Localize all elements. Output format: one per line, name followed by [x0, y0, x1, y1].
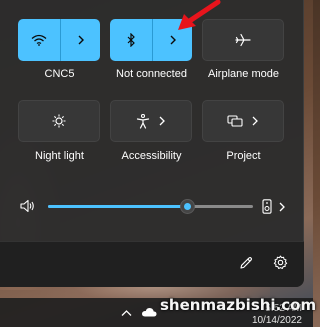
bluetooth-icon: [127, 33, 135, 47]
tile-label-airplane-mode: Airplane mode: [208, 68, 279, 80]
night-light-icon: [52, 114, 66, 128]
chevron-right-icon: [170, 35, 176, 45]
night-light-toggle[interactable]: [19, 101, 99, 141]
tile-accessibility[interactable]: [110, 100, 192, 142]
chevron-right-icon: [78, 35, 84, 45]
volume-slider[interactable]: [48, 200, 253, 213]
volume-slider-fill: [48, 205, 187, 208]
project-button[interactable]: [203, 101, 283, 141]
tile-night-light[interactable]: [18, 100, 100, 142]
gear-icon[interactable]: [273, 255, 288, 270]
quick-settings-footer: [0, 241, 304, 287]
airplane-icon: [235, 33, 251, 47]
pencil-icon[interactable]: [239, 256, 253, 270]
chevron-right-icon: [159, 116, 165, 126]
tile-label-wifi: CNC5: [44, 68, 75, 80]
tile-label-night-light: Night light: [35, 150, 84, 162]
speaker-device-icon: [262, 199, 272, 214]
audio-output-button[interactable]: [262, 199, 286, 214]
tile-label-accessibility: Accessibility: [121, 150, 182, 162]
chevron-right-icon: [252, 116, 258, 126]
accessibility-button[interactable]: [111, 101, 191, 141]
quick-settings-panel: CNC5 Not connected Airplane mode Night l…: [0, 0, 304, 287]
tile-label-bluetooth: Not connected: [116, 68, 187, 80]
volume-slider-thumb[interactable]: [181, 200, 194, 213]
tile-wifi[interactable]: [18, 19, 100, 61]
accessibility-icon: [136, 113, 150, 129]
watermark-text: shenmazbishi.com: [160, 296, 317, 314]
tile-label-project: Project: [226, 150, 261, 162]
cloud-icon[interactable]: [141, 307, 157, 317]
speaker-icon[interactable]: [20, 199, 35, 213]
taskbar-date[interactable]: 10/14/2022: [242, 315, 302, 326]
annotation-arrow: [178, 0, 221, 30]
bluetooth-toggle[interactable]: [110, 19, 152, 61]
tile-project[interactable]: [202, 100, 284, 142]
chevron-up-icon[interactable]: [121, 309, 132, 317]
wifi-expand-button[interactable]: [60, 19, 100, 61]
project-icon: [227, 115, 243, 127]
wifi-icon: [31, 34, 47, 46]
chevron-right-icon: [279, 202, 285, 211]
wifi-toggle[interactable]: [18, 19, 60, 61]
